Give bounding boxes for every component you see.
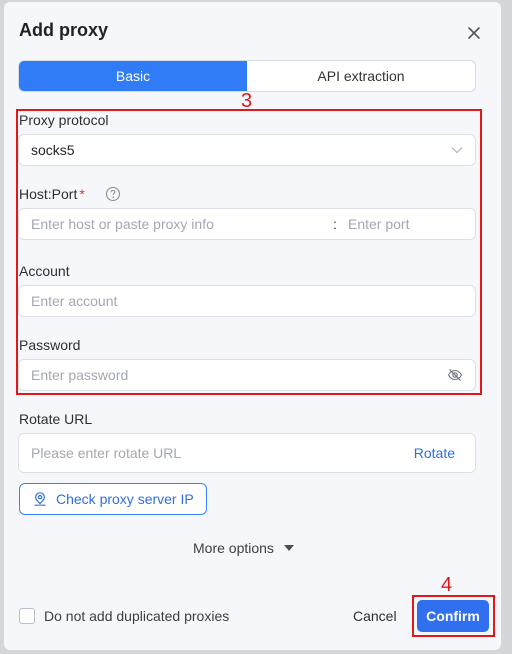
host-port-label: Host:Port xyxy=(19,186,78,202)
account-label: Account xyxy=(19,263,70,279)
annotation-label-4: 4 xyxy=(441,574,453,596)
no-duplicate-checkbox[interactable] xyxy=(19,608,35,624)
close-icon[interactable] xyxy=(465,24,483,42)
host-port-field: Enter host or paste proxy info : Enter p… xyxy=(18,208,476,240)
password-placeholder: Enter password xyxy=(31,367,129,383)
more-options-label: More options xyxy=(193,540,274,556)
help-icon[interactable] xyxy=(105,186,121,202)
host-port-separator: : xyxy=(333,216,337,232)
proxy-protocol-label: Proxy protocol xyxy=(19,112,109,128)
account-placeholder: Enter account xyxy=(31,293,118,309)
check-proxy-ip-button[interactable]: Check proxy server IP xyxy=(19,483,207,515)
eye-off-icon[interactable] xyxy=(447,368,463,382)
chevron-down-icon xyxy=(451,147,463,154)
more-options-toggle[interactable]: More options xyxy=(193,540,294,556)
add-proxy-dialog: Add proxy Basic API extraction Proxy pro… xyxy=(4,2,501,650)
password-label: Password xyxy=(19,337,81,353)
no-duplicate-label: Do not add duplicated proxies xyxy=(44,608,230,624)
rotate-url-input[interactable]: Please enter rotate URL Rotate xyxy=(18,433,476,473)
no-duplicate-row[interactable]: Do not add duplicated proxies xyxy=(19,608,229,624)
proxy-protocol-value: socks5 xyxy=(31,142,75,158)
location-pin-icon xyxy=(34,492,46,506)
annotation-label-3: 3 xyxy=(241,90,253,112)
host-port-label-row: Host:Port * xyxy=(19,186,121,202)
rotate-url-label: Rotate URL xyxy=(19,411,93,427)
rotate-url-placeholder: Please enter rotate URL xyxy=(31,445,182,461)
confirm-button[interactable]: Confirm xyxy=(417,600,489,632)
port-input[interactable]: Enter port xyxy=(348,216,409,232)
rotate-button[interactable]: Rotate xyxy=(414,445,455,461)
tab-basic[interactable]: Basic xyxy=(19,61,247,91)
dialog-title: Add proxy xyxy=(19,20,109,40)
account-input[interactable]: Enter account xyxy=(18,285,476,317)
password-input[interactable]: Enter password xyxy=(18,359,476,391)
caret-down-icon xyxy=(283,545,294,551)
tab-bar: Basic API extraction xyxy=(18,60,476,92)
required-mark: * xyxy=(79,186,85,202)
cancel-button[interactable]: Cancel xyxy=(353,608,397,624)
host-input[interactable]: Enter host or paste proxy info xyxy=(31,216,333,232)
check-proxy-ip-label: Check proxy server IP xyxy=(56,491,194,507)
proxy-protocol-select[interactable]: socks5 xyxy=(18,134,476,166)
tab-api-extraction[interactable]: API extraction xyxy=(247,61,475,91)
